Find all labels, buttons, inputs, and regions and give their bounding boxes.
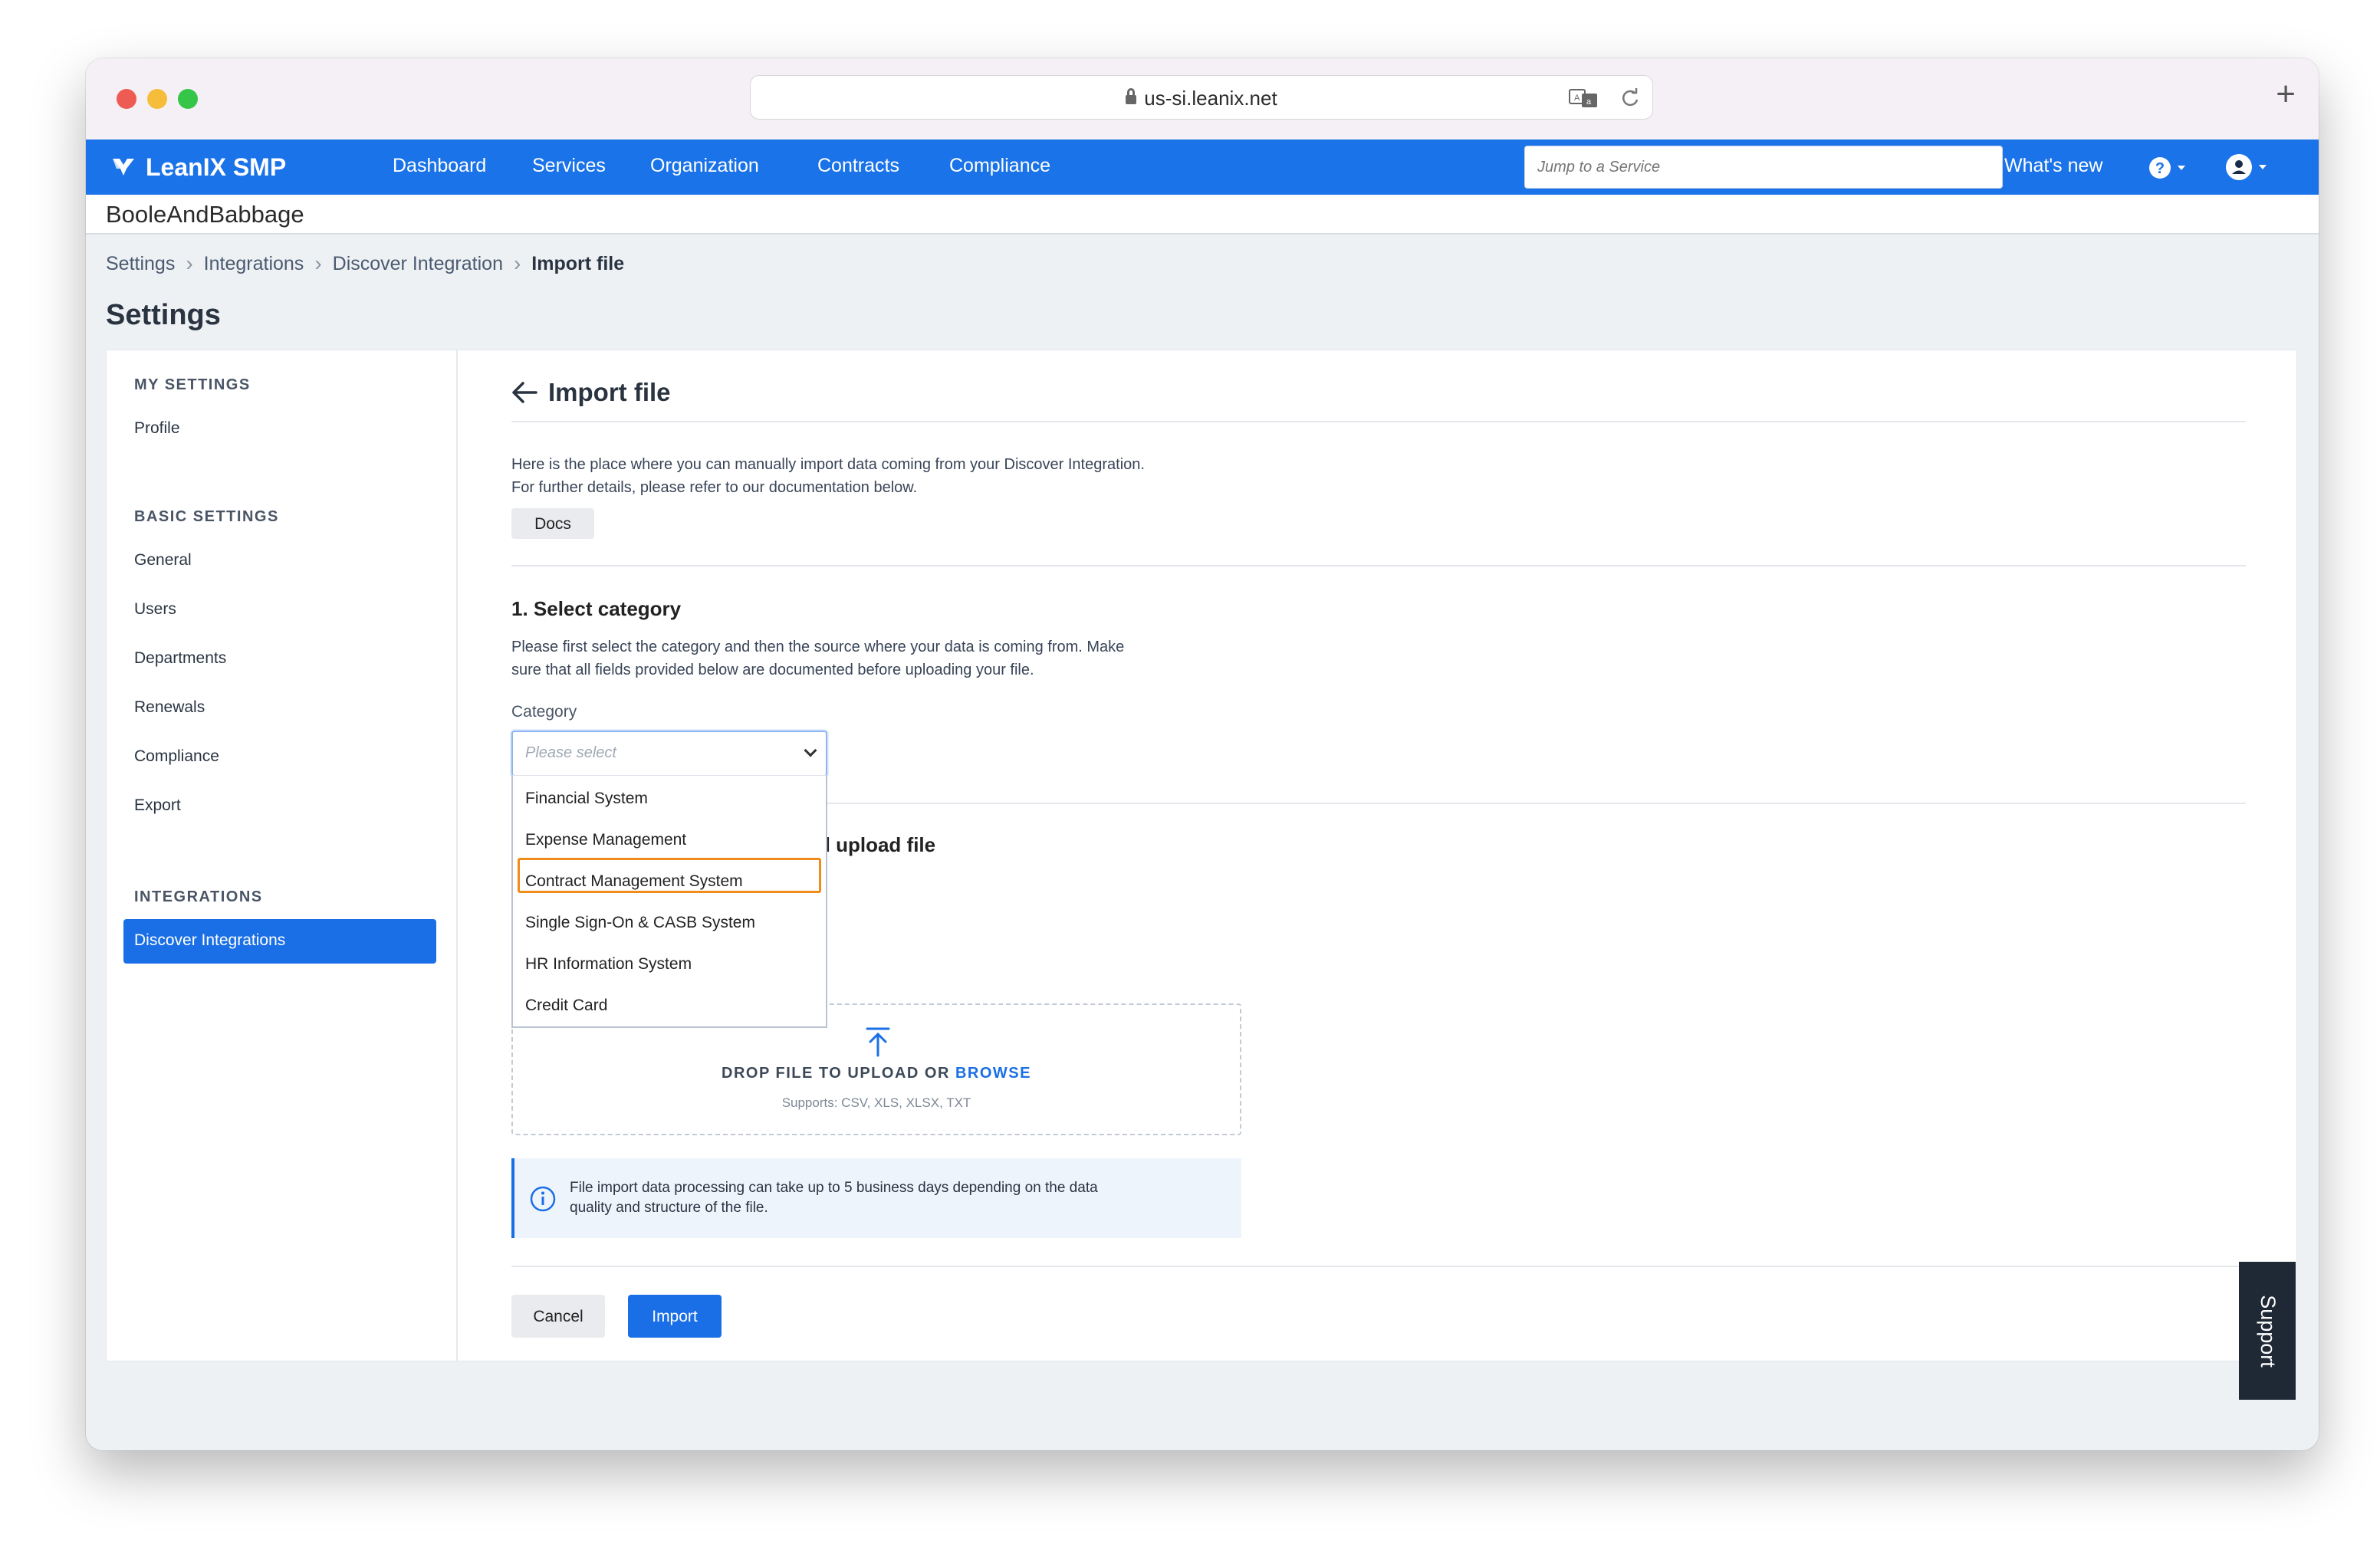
divider — [511, 421, 2246, 422]
chevron-down-icon — [2259, 165, 2267, 169]
docs-button[interactable]: Docs — [511, 508, 594, 539]
nav-services[interactable]: Services — [532, 155, 606, 177]
info-text-line-1: File import data processing can take up … — [570, 1180, 1098, 1196]
service-search[interactable] — [1524, 146, 2003, 189]
minimize-window-button[interactable] — [147, 89, 167, 109]
sidebar-section-basic-settings: BASIC SETTINGS — [134, 508, 279, 525]
nav-dashboard[interactable]: Dashboard — [393, 155, 486, 177]
intro-line-2: For further details, please refer to our… — [511, 479, 918, 496]
breadcrumb-settings[interactable]: Settings — [106, 253, 175, 275]
user-menu[interactable] — [2225, 153, 2268, 181]
info-icon — [530, 1186, 556, 1212]
organization-bar: BooleAndBabbage — [86, 195, 2319, 235]
import-file-content: Import file Here is the place where you … — [511, 350, 2246, 1361]
settings-panel: MY SETTINGS Profile BASIC SETTINGS Gener… — [106, 350, 2297, 1361]
chevron-right-icon: › — [314, 251, 322, 275]
cancel-button[interactable]: Cancel — [511, 1295, 605, 1338]
sidebar-section-integrations: INTEGRATIONS — [134, 888, 263, 905]
svg-text:a: a — [1586, 97, 1592, 107]
back-arrow-icon[interactable] — [511, 381, 537, 404]
section-title: Import file — [548, 378, 671, 406]
help-icon: ? — [2149, 157, 2171, 179]
nav-contracts[interactable]: Contracts — [817, 155, 899, 177]
chevron-down-icon — [804, 744, 817, 757]
step1-description-line-2: sure that all fields provided below are … — [511, 662, 1034, 678]
category-placeholder: Please select — [525, 744, 616, 761]
brand-name: LeanIX SMP — [146, 153, 287, 181]
svg-text:?: ? — [2155, 160, 2165, 177]
chevron-right-icon: › — [513, 251, 521, 275]
upload-arrow-icon — [866, 1027, 890, 1057]
sidebar-section-my-settings: MY SETTINGS — [134, 376, 251, 393]
sidebar-item-renewals[interactable]: Renewals — [134, 698, 205, 717]
divider — [511, 565, 2246, 566]
category-label: Category — [511, 703, 577, 721]
step2-title: d upload file — [818, 833, 936, 856]
info-banner: File import data processing can take up … — [511, 1158, 1241, 1238]
category-select[interactable]: Please select — [511, 731, 827, 777]
close-window-button[interactable] — [117, 89, 136, 109]
intro-line-1: Here is the place where you can manually… — [511, 456, 1145, 473]
step1-title: 1. Select category — [511, 597, 682, 620]
option-contract-management-system[interactable]: Contract Management System — [525, 872, 743, 891]
leanix-logo-icon — [113, 159, 134, 176]
breadcrumb: Settings › Integrations › Discover Integ… — [106, 251, 624, 276]
maximize-window-button[interactable] — [178, 89, 198, 109]
url-text: us-si.leanix.net — [1144, 87, 1277, 110]
breadcrumb-discover-integration[interactable]: Discover Integration — [333, 253, 503, 275]
chevron-down-icon — [2178, 166, 2185, 170]
chevron-right-icon: › — [186, 251, 193, 275]
sidebar-item-general[interactable]: General — [134, 551, 192, 570]
support-tab[interactable]: Support — [2239, 1262, 2296, 1400]
brand-logo[interactable]: LeanIX SMP — [110, 150, 286, 184]
browse-link[interactable]: BROWSE — [955, 1065, 1031, 1082]
sidebar-item-export[interactable]: Export — [134, 796, 181, 815]
import-file-header: Import file — [511, 373, 671, 412]
address-bar[interactable]: us-si.leanix.net A a — [750, 75, 1653, 120]
top-navbar: LeanIX SMP Dashboard Services Organizati… — [86, 140, 2319, 195]
page-title: Settings — [106, 299, 221, 331]
settings-sidebar: MY SETTINGS Profile BASIC SETTINGS Gener… — [107, 350, 458, 1361]
option-hr-information-system[interactable]: HR Information System — [525, 955, 692, 974]
service-search-input[interactable] — [1525, 146, 2002, 188]
step1-description-line-1: Please first select the category and the… — [511, 639, 1125, 655]
info-text-line-2: quality and structure of the file. — [570, 1200, 768, 1216]
sidebar-item-discover-integrations[interactable]: Discover Integrations — [123, 919, 436, 964]
reload-icon[interactable] — [1619, 87, 1642, 110]
translate-icon[interactable]: A a — [1568, 87, 1599, 110]
browser-titlebar: us-si.leanix.net A a + — [86, 58, 2319, 140]
nav-organization[interactable]: Organization — [650, 155, 759, 177]
whats-new-link[interactable]: What's new — [2004, 155, 2102, 177]
option-expense-management[interactable]: Expense Management — [525, 831, 686, 849]
support-label: Support — [2256, 1294, 2280, 1368]
option-sso-casb-system[interactable]: Single Sign-On & CASB System — [525, 914, 755, 932]
nav-compliance[interactable]: Compliance — [949, 155, 1050, 177]
svg-text:A: A — [1574, 94, 1580, 103]
breadcrumb-integrations[interactable]: Integrations — [204, 253, 304, 275]
divider — [511, 1266, 2246, 1267]
sidebar-item-profile[interactable]: Profile — [134, 419, 180, 438]
option-credit-card[interactable]: Credit Card — [525, 997, 607, 1015]
sidebar-item-departments[interactable]: Departments — [134, 649, 226, 668]
sidebar-item-users[interactable]: Users — [134, 600, 176, 619]
option-financial-system[interactable]: Financial System — [525, 790, 648, 808]
supported-formats: Supports: CSV, XLS, XLSX, TXT — [781, 1095, 971, 1110]
user-avatar-icon — [2226, 154, 2252, 180]
new-tab-button[interactable]: + — [2276, 75, 2296, 113]
help-menu[interactable]: ? — [2148, 156, 2187, 179]
lock-icon — [1126, 88, 1137, 104]
breadcrumb-import-file: Import file — [531, 252, 625, 274]
sidebar-item-compliance[interactable]: Compliance — [134, 747, 219, 766]
browser-window: us-si.leanix.net A a + LeanIX SMP Dashbo… — [86, 58, 2319, 1450]
import-button[interactable]: Import — [628, 1295, 722, 1338]
category-dropdown-list: Financial System Expense Management Cont… — [511, 775, 827, 1028]
organization-name: BooleAndBabbage — [106, 201, 304, 228]
dropzone-text: DROP FILE TO UPLOAD OR — [722, 1065, 950, 1082]
